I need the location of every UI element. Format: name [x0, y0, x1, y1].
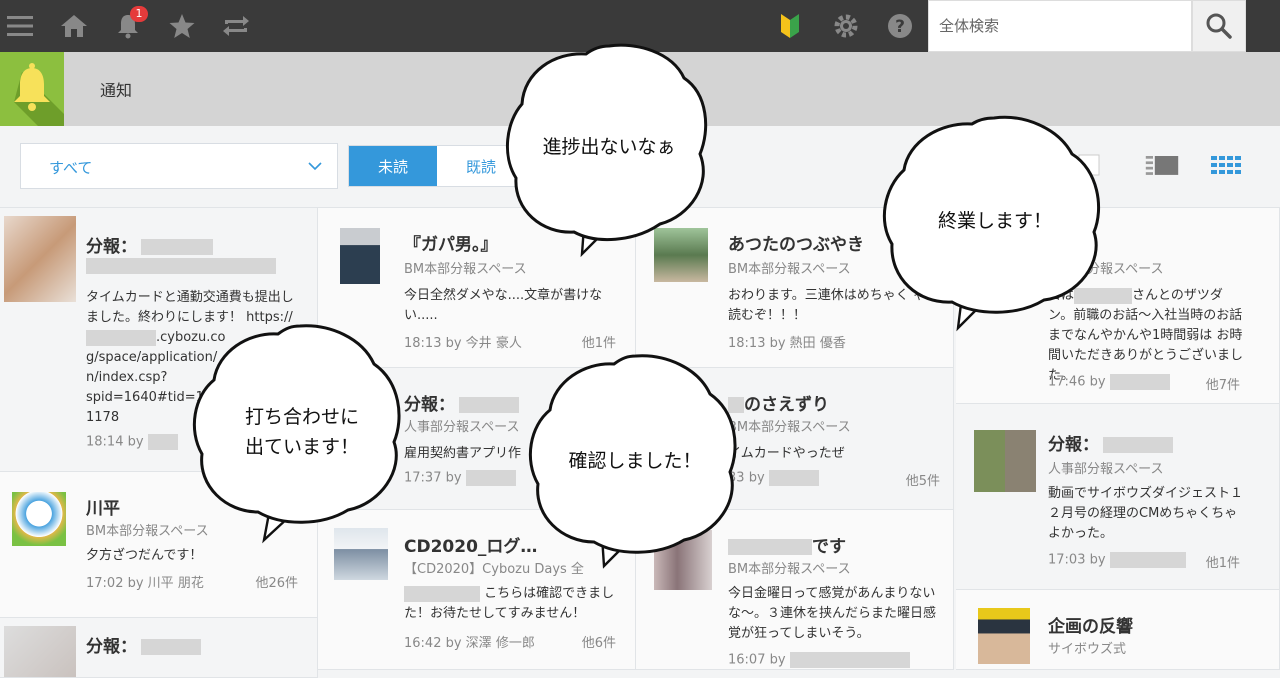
notification-count-badge: 1: [130, 6, 148, 22]
card-footer: 33 by 他5件: [728, 470, 940, 489]
home-icon[interactable]: [56, 8, 92, 44]
card-body: こちらは確認できました！お待たせしてすみません！: [404, 585, 615, 621]
chevron-down-icon: [308, 162, 322, 171]
beginner-mark-icon[interactable]: [772, 8, 808, 44]
card-space: [86, 258, 276, 274]
list-view-icon[interactable]: [1144, 150, 1180, 180]
search-button[interactable]: [1192, 0, 1246, 52]
avatar: [12, 492, 66, 546]
global-search-input[interactable]: [929, 1, 1191, 51]
search-icon: [1206, 13, 1232, 39]
card-title: です: [728, 532, 846, 557]
card-title: CD2020_ログ…: [404, 537, 538, 557]
notification-bell-icon[interactable]: 1: [110, 6, 148, 44]
card-body: 今日全然ダメやな....文章が書けない.....: [404, 288, 603, 323]
card-space: BM本部分報スペース: [404, 262, 527, 277]
avatar: [4, 216, 76, 302]
menu-icon[interactable]: [2, 8, 38, 44]
card-title: 分報：: [1048, 430, 1173, 455]
global-search-box: [928, 0, 1192, 52]
bubble-text: 確認しました！: [568, 450, 702, 472]
card-space: 人事部分報スペース: [404, 420, 520, 435]
speech-bubble: 打ち合わせに 出ています！: [192, 320, 412, 544]
card-space: 人事部分報スペース: [1048, 462, 1164, 477]
bubble-text: 進捗出ないなぁ: [542, 136, 676, 158]
help-icon[interactable]: ?: [882, 8, 918, 44]
switch-arrows-icon[interactable]: [218, 8, 254, 44]
card-space: BM本部分報スペース: [728, 562, 851, 577]
avatar: [974, 430, 1036, 492]
avatar: [978, 608, 1030, 664]
tab-unread[interactable]: 未読: [349, 146, 437, 186]
notification-card[interactable]: 分報： 人事部分報スペース 動画でサイボウズダイジェスト１２月号の経理のCMめち…: [956, 404, 1280, 590]
app-bell-tile: [0, 52, 64, 126]
page-title: 通知: [100, 81, 133, 100]
card-title: 分報：: [86, 632, 201, 657]
card-footer: 18:13 by 今井 豪人 他1件: [404, 336, 616, 351]
card-title: 企画の反響: [1048, 617, 1133, 637]
gear-icon[interactable]: [828, 8, 864, 44]
notification-filter-select[interactable]: すべて: [20, 143, 338, 189]
card-title: あつたのつぶやき: [728, 235, 864, 255]
card-title: 分報：: [86, 232, 213, 257]
read-status-tabs: 未読 既読: [348, 145, 526, 187]
card-body: イムカードやったぜ: [728, 446, 845, 461]
card-body: 動画でサイボウズダイジェスト１２月号の経理のCMめちゃくちゃよかった。: [1048, 486, 1244, 541]
avatar: [340, 228, 380, 284]
card-title: 川平: [86, 499, 120, 519]
card-footer: 18:13 by 熱田 優香: [728, 336, 846, 351]
notification-card[interactable]: 分報：: [0, 618, 318, 678]
speech-bubble: 終業します！: [882, 112, 1108, 332]
notification-card[interactable]: 企画の反響 サイボウズ式: [956, 590, 1280, 670]
card-footer: 17:02 by 川平 朋花 他26件: [86, 576, 298, 591]
card-space: BM本部分報スペース: [728, 262, 851, 277]
card-body: 今日金曜日って感覚があんまりないな〜。３連休を挟んだらまた曜日感覚が狂ってしまい…: [728, 586, 937, 641]
filter-selected-value: すべて: [49, 159, 93, 177]
card-space: サイボウズ式: [1048, 642, 1127, 657]
speech-bubble: 進捗出ないなぁ: [504, 38, 714, 258]
bubble-text: 終業します！: [937, 210, 1052, 232]
card-footer: 17:03 by 他1件: [1048, 552, 1240, 571]
bell-icon: [14, 63, 64, 126]
card-body: 夕方ざつだんです！: [86, 548, 203, 563]
card-footer: 16:42 by 深澤 修一郎 他6件: [404, 636, 616, 651]
card-space: BM本部分報スペース: [728, 420, 851, 435]
card-footer: 16:07 by: [728, 652, 948, 668]
notification-column-1: 分報： タイムカードと通勤交通費も提出しました。終わりにします！ https:/…: [0, 207, 318, 678]
svg-text:?: ?: [895, 17, 905, 37]
card-title: 分報：: [404, 390, 519, 415]
card-footer: 17:46 by 他7件: [1048, 374, 1240, 393]
grid-view-icon[interactable]: [1208, 150, 1244, 180]
card-title: 『ガパ男。』: [404, 235, 498, 255]
avatar: [4, 626, 76, 677]
star-icon[interactable]: [164, 8, 200, 44]
speech-bubble: 確認しました！: [526, 350, 744, 572]
card-space: BM本部分報スペース: [86, 524, 209, 539]
bubble-text: 打ち合わせに 出ています！: [244, 406, 359, 458]
